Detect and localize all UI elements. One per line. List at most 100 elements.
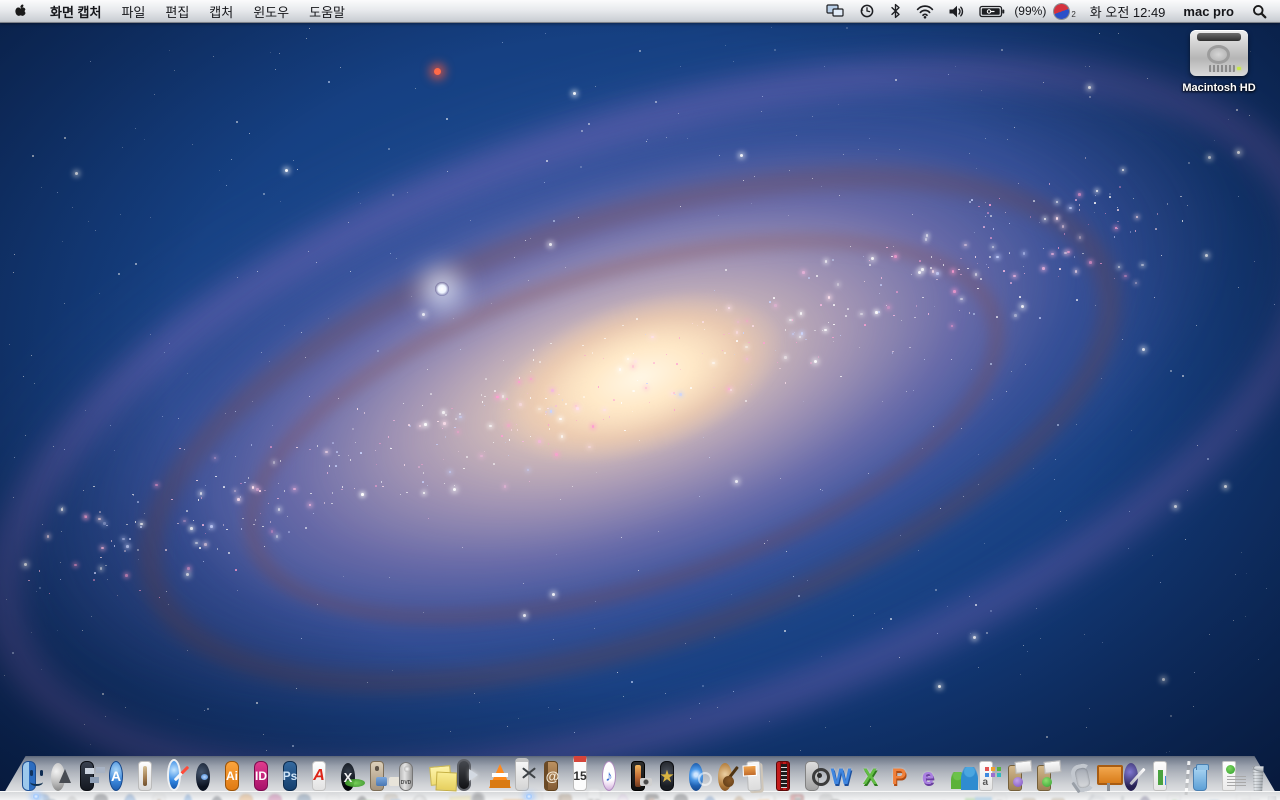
dock-item-stickies[interactable] — [428, 757, 456, 793]
document-stack-icon — [1222, 761, 1246, 791]
archive-box-green-icon — [1037, 765, 1052, 791]
dock-items: AAAiAiIDIDPsPsAAXXDVDDVD@@1515♪♪★★WWXXPP… — [22, 756, 1279, 800]
video-player-icon — [457, 759, 471, 791]
volume-icon — [949, 5, 964, 17]
dock-item-photo-booth-camera[interactable] — [196, 757, 224, 800]
dvd-player-glyph: DVD — [400, 780, 412, 786]
acrobat-glyph: A — [313, 767, 325, 784]
desktop-icon-macintosh-hd[interactable]: Macintosh HD — [1180, 30, 1258, 94]
dock-item-app-store[interactable]: AA — [109, 757, 137, 800]
clock-menu[interactable]: 화 오전 12:49 — [1083, 0, 1173, 22]
running-indicator — [32, 794, 40, 799]
dock-item-vlc[interactable] — [486, 757, 514, 793]
dock-item-theater-app[interactable] — [776, 757, 804, 800]
dock-item-garageband[interactable] — [718, 757, 746, 800]
dock-item-iweb[interactable] — [1124, 757, 1152, 800]
dock-item-trash[interactable] — [1251, 757, 1279, 793]
user-menu[interactable]: mac pro — [1172, 0, 1245, 22]
bluetooth-menu[interactable] — [882, 0, 909, 22]
dock-item-x-media-app[interactable]: XX — [341, 757, 369, 800]
dock-item-itunes[interactable]: ♪♪ — [602, 757, 630, 800]
dock-item-dvd-player[interactable]: DVDDVD — [399, 757, 427, 800]
x-media-app-glyph: X — [343, 769, 353, 785]
dock-item-ms-entourage[interactable]: ee — [921, 757, 949, 800]
dock-item-grab[interactable] — [515, 757, 543, 800]
garageband-icon — [718, 763, 734, 791]
theater-app-icon — [776, 761, 790, 791]
dock-item-iphoto[interactable] — [631, 757, 659, 800]
dock-item-acrobat[interactable]: AA — [312, 757, 340, 800]
dock-item-projector-screen-app[interactable] — [1095, 757, 1123, 793]
dock-item-safari[interactable] — [167, 757, 195, 800]
hard-drive-vent — [1209, 65, 1235, 72]
dock-item-ical[interactable]: 1515 — [573, 756, 601, 800]
dock-item-idvd[interactable] — [689, 757, 717, 800]
dock-item-papers-app[interactable] — [746, 757, 776, 800]
dock-item-documents-folder[interactable] — [1193, 757, 1221, 793]
menu-bar: 화면 캡처 파일 편집 캡처 윈도우 도움말 (99%) 2 화 오전 12:49 mac… — [0, 0, 1280, 23]
dock-item-address-book[interactable]: @@ — [544, 757, 572, 800]
dock-item-archive-box-purple[interactable] — [1008, 757, 1036, 800]
clamp-app-icon — [1066, 763, 1080, 791]
dock-item-illustrator[interactable]: AiAi — [225, 757, 253, 800]
dock-item-ms-excel[interactable]: XX — [863, 757, 892, 800]
dock-item-ms-powerpoint[interactable]: PP — [891, 757, 921, 800]
dock-item-photoshop[interactable]: PsPs — [282, 757, 311, 800]
input-badge: 2 — [1071, 10, 1076, 19]
ms-word-glyph: W — [830, 764, 852, 789]
dock: AAAiAiIDIDPsPsAAXXDVDDVD@@1515♪♪★★WWXXPP… — [0, 756, 1280, 800]
ms-excel-icon: X — [863, 763, 878, 791]
dock-item-clamp-app[interactable] — [1066, 757, 1094, 793]
menu-item-0[interactable]: 화면 캡처 — [40, 0, 111, 22]
dock-item-ms-word[interactable]: WW — [830, 757, 866, 800]
dock-item-video-player[interactable] — [457, 757, 485, 800]
dock-item-archive-box-green[interactable] — [1037, 757, 1065, 800]
wifi-menu[interactable] — [909, 0, 941, 22]
apple-menu[interactable] — [0, 0, 40, 22]
trash-icon — [1252, 766, 1264, 791]
menu-item-1[interactable]: 파일 — [111, 0, 155, 22]
ms-entourage-glyph: e — [921, 764, 935, 789]
menu-item-3[interactable]: 캡처 — [199, 0, 243, 22]
photoshop-glyph: Ps — [282, 769, 298, 783]
hard-drive-platter — [1207, 45, 1230, 64]
dock-item-preview[interactable] — [138, 757, 166, 800]
ms-powerpoint-glyph: P — [891, 764, 907, 789]
dock-item-color-panels-app[interactable]: aa — [979, 757, 1007, 800]
ms-entourage-icon: e — [921, 763, 935, 791]
dock-item-launchpad[interactable] — [51, 757, 79, 800]
dock-item-indesign[interactable]: IDID — [254, 757, 282, 800]
dock-item-gears-app[interactable] — [805, 757, 833, 800]
grab-icon — [515, 758, 529, 791]
dock-item-numbers[interactable] — [1153, 757, 1181, 800]
dock-item-finder[interactable] — [22, 757, 50, 800]
menu-item-5[interactable]: 도움말 — [299, 0, 355, 22]
vlc-icon — [486, 763, 511, 791]
dvd-player-icon: DVD — [399, 762, 413, 791]
spotlight-menu[interactable] — [1245, 0, 1280, 22]
launchpad-icon — [51, 763, 71, 791]
illustrator-glyph: Ai — [226, 769, 238, 783]
displays-menu[interactable] — [819, 0, 852, 22]
time-machine-icon — [860, 4, 874, 18]
archive-cabinet-icon — [370, 761, 387, 791]
mission-control-icon — [80, 761, 94, 791]
battery-menu[interactable] — [972, 0, 1012, 22]
displays-icon — [826, 4, 844, 17]
documents-folder-icon — [1193, 764, 1209, 791]
gears-app-icon — [805, 761, 830, 791]
dock-item-ms-messenger[interactable] — [950, 757, 978, 793]
time-machine-menu[interactable] — [852, 0, 882, 22]
address-book-icon: @ — [544, 761, 559, 791]
dock-item-mission-control[interactable] — [80, 757, 108, 800]
safari-icon — [167, 759, 181, 791]
menu-item-2[interactable]: 편집 — [155, 0, 199, 22]
volume-menu[interactable] — [941, 0, 972, 22]
menu-item-4[interactable]: 윈도우 — [243, 0, 299, 22]
input-source-menu[interactable]: 2 — [1046, 0, 1082, 22]
dock-item-archive-cabinet[interactable] — [370, 757, 398, 800]
imovie-glyph: ★ — [659, 766, 675, 786]
dock-item-imovie[interactable]: ★★ — [659, 757, 689, 800]
indesign-icon: ID — [254, 761, 268, 791]
dock-item-document-stack[interactable] — [1222, 757, 1250, 800]
